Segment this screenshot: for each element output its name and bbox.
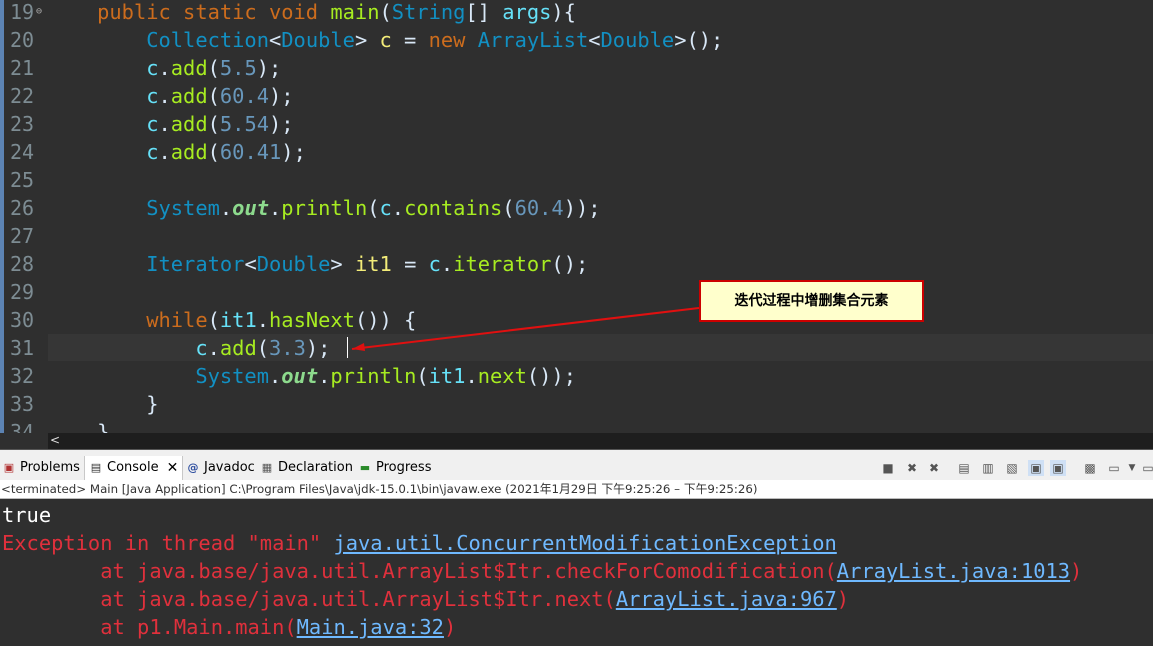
stack-trace-line: at java.base/java.util.ArrayList$Itr.nex… bbox=[2, 585, 849, 613]
tab-console[interactable]: ▤ Console ✕ bbox=[84, 456, 184, 480]
clear-console-icon[interactable]: ▤ bbox=[956, 460, 972, 476]
annotation-arrow bbox=[351, 307, 700, 351]
javadoc-icon: @ bbox=[187, 461, 199, 474]
trace-text: at java.base/java.util.ArrayList$Itr.che… bbox=[2, 559, 837, 583]
stack-trace-line: at java.base/java.util.ArrayList$Itr.che… bbox=[2, 557, 1082, 585]
trace-close: ) bbox=[1070, 559, 1083, 583]
console-output[interactable]: true Exception in thread "main" java.uti… bbox=[0, 500, 1153, 646]
trace-close: ) bbox=[443, 615, 457, 639]
tab-declaration[interactable]: ▦ Declaration bbox=[260, 456, 353, 480]
code-editor[interactable]: 19 20 21 22 23 24 25 26 27 28 29 30 31 32 33 34 ⊖ public… bbox=[0, 0, 1153, 433]
word-wrap-icon[interactable]: ▧ bbox=[1004, 460, 1020, 476]
exception-prefix: Exception in thread "main" bbox=[2, 531, 334, 555]
launch-status: <terminated> Main [Java Application] C:\… bbox=[0, 480, 1153, 499]
show-on-error-icon[interactable]: ▣ bbox=[1050, 460, 1066, 476]
exception-line: Exception in thread "main" java.util.Con… bbox=[2, 529, 837, 557]
scroll-lock-icon[interactable]: ▥ bbox=[980, 460, 996, 476]
tab-label: Problems bbox=[20, 460, 80, 475]
trace-close: ) bbox=[836, 587, 850, 611]
tab-label: Progress bbox=[376, 460, 432, 475]
annotation-callout: 迭代过程中增删集合元素 bbox=[699, 280, 924, 322]
trace-text: at java.base/java.util.ArrayList$Itr.nex… bbox=[2, 587, 616, 611]
trace-link[interactable]: Main.java:32 bbox=[297, 615, 444, 639]
stack-trace-line: at p1.Main.main(Main.java:32) bbox=[2, 613, 456, 641]
horizontal-scrollbar[interactable]: < bbox=[48, 433, 1153, 449]
console-line: true bbox=[2, 503, 52, 527]
chevron-down-icon[interactable]: ▼ bbox=[1124, 460, 1140, 476]
tab-label: Declaration bbox=[278, 460, 353, 475]
tab-problems[interactable]: ▣ Problems bbox=[2, 456, 80, 480]
declaration-icon: ▦ bbox=[261, 461, 273, 474]
trace-text: at p1.Main.main( bbox=[2, 615, 297, 639]
exception-class-link[interactable]: java.util.ConcurrentModificationExceptio… bbox=[333, 531, 836, 555]
tab-progress[interactable]: ▬ Progress bbox=[358, 456, 432, 480]
console-icon: ▤ bbox=[90, 461, 102, 474]
remove-launch-icon[interactable]: ✖ bbox=[904, 460, 920, 476]
tab-javadoc[interactable]: @ Javadoc bbox=[186, 456, 255, 480]
pin-console-icon[interactable]: ▩ bbox=[1082, 460, 1098, 476]
minimize-icon[interactable]: ▭ bbox=[1140, 460, 1153, 476]
show-on-output-icon[interactable]: ▣ bbox=[1028, 460, 1044, 476]
remove-all-icon[interactable]: ✖ bbox=[926, 460, 942, 476]
tab-label: Javadoc bbox=[204, 460, 255, 475]
trace-link[interactable]: ArrayList.java:1013 bbox=[837, 559, 1070, 583]
tab-label: Console bbox=[107, 460, 159, 475]
panel-tab-bar: ▣ Problems ▤ Console ✕ @ Javadoc ▦ Decla… bbox=[0, 456, 1153, 480]
display-console-icon[interactable]: ▭ bbox=[1106, 460, 1122, 476]
trace-link[interactable]: ArrayList.java:967 bbox=[616, 587, 837, 611]
terminate-icon[interactable]: ■ bbox=[880, 460, 896, 476]
close-icon[interactable]: ✕ bbox=[167, 456, 179, 480]
progress-icon: ▬ bbox=[359, 461, 371, 474]
scroll-left-arrow-icon[interactable]: < bbox=[48, 433, 62, 449]
problems-icon: ▣ bbox=[3, 461, 15, 474]
